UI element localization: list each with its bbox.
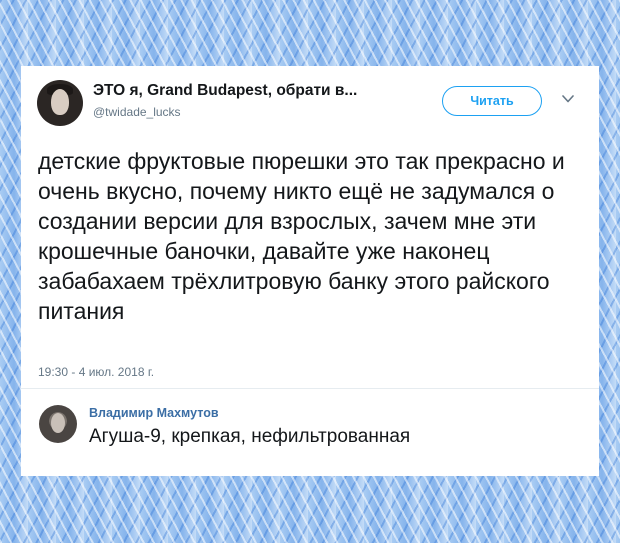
chevron-down-icon[interactable]	[562, 94, 574, 104]
tweet-card: ЭТО я, Grand Budapest, обрати в... @twid…	[21, 66, 599, 476]
author-handle[interactable]: @twidade_lucks	[93, 105, 181, 119]
author-avatar[interactable]	[37, 80, 83, 126]
avatar-face	[51, 89, 69, 115]
divider	[21, 388, 599, 389]
tweet-text: детские фруктовые пюрешки это так прекра…	[38, 148, 565, 324]
author-display-name[interactable]: ЭТО я, Grand Budapest, обрати в...	[93, 82, 357, 100]
follow-button[interactable]: Читать	[442, 86, 542, 116]
reply-text: Агуша-9, крепкая, нефильтрованная	[89, 426, 411, 447]
tweet-timestamp[interactable]: 19:30 - 4 июл. 2018 г.	[38, 365, 154, 379]
reply-author-name[interactable]: Владимир Махмутов	[89, 406, 219, 420]
reply-author-avatar[interactable]	[39, 405, 77, 443]
reply-avatar-face	[51, 413, 65, 433]
